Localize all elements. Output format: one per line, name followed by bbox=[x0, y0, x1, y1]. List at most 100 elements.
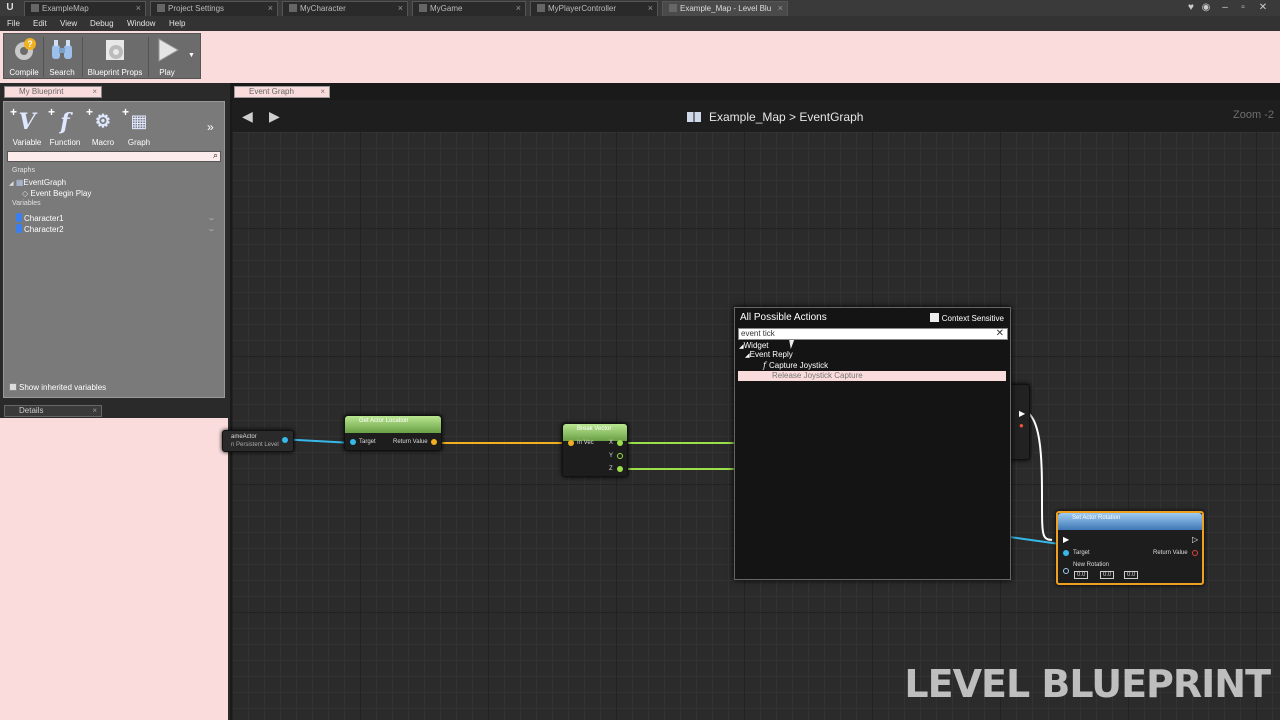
tree-item-event-graph[interactable]: ◢ ▦EventGraph bbox=[9, 177, 66, 188]
close-icon[interactable]: × bbox=[92, 406, 97, 416]
add-variable-button[interactable]: V + Variable bbox=[10, 105, 44, 147]
tab-details[interactable]: Details × bbox=[4, 405, 102, 417]
in-vec-pin[interactable] bbox=[568, 440, 574, 446]
rotation-y-field[interactable]: 0.0 bbox=[1100, 571, 1115, 579]
tab-mygame[interactable]: MyGame × bbox=[412, 1, 526, 16]
my-blueprint-panel: V + Variable f + Function ⚙ + Macro ▦ + Grap… bbox=[3, 101, 225, 398]
action-search-input[interactable]: event tick bbox=[738, 328, 1008, 340]
level-icon bbox=[31, 4, 39, 12]
menu-view[interactable]: View bbox=[60, 16, 77, 31]
plus-icon: + bbox=[10, 105, 18, 119]
target-pin[interactable] bbox=[350, 439, 356, 445]
graph-icon: ▦ bbox=[130, 111, 148, 132]
target-pin[interactable] bbox=[1063, 550, 1069, 556]
left-panel-area: My Blueprint × V + Variable f + Function ⚙ +… bbox=[0, 83, 230, 720]
plus-icon: + bbox=[48, 105, 56, 119]
clear-search-icon[interactable]: ✕ bbox=[996, 328, 1004, 340]
breadcrumb: Example_Map > EventGraph bbox=[687, 110, 863, 124]
close-icon[interactable]: × bbox=[320, 87, 325, 97]
return-value-pin[interactable] bbox=[1192, 550, 1198, 556]
node-header: Set Actor Rotation bbox=[1058, 513, 1202, 530]
eye-icon[interactable]: ⌣ bbox=[209, 224, 214, 235]
settings-icon bbox=[157, 4, 165, 12]
notification-icon[interactable]: ♥ bbox=[1184, 1, 1198, 14]
close-icon[interactable]: × bbox=[268, 2, 273, 15]
output-pin[interactable] bbox=[282, 437, 288, 443]
tab-event-graph[interactable]: Event Graph × bbox=[234, 86, 330, 98]
return-value-pin[interactable] bbox=[431, 439, 437, 445]
menu-file[interactable]: File bbox=[7, 16, 20, 31]
close-icon[interactable]: × bbox=[516, 2, 521, 15]
eye-icon[interactable]: ⌣ bbox=[209, 213, 214, 224]
action-menu: All Possible Actions Context Sensitive e… bbox=[734, 307, 1011, 580]
chevron-down-icon: ▼ bbox=[188, 52, 195, 59]
object-wire bbox=[285, 438, 347, 444]
tree-item-variable[interactable]: Character2 ⌣ bbox=[16, 224, 220, 235]
rotation-x-field[interactable]: 0.0 bbox=[1074, 571, 1089, 579]
compile-button[interactable]: ? Compile bbox=[6, 34, 42, 80]
add-function-button[interactable]: f + Function bbox=[48, 105, 82, 147]
menu-help[interactable]: Help bbox=[169, 16, 185, 31]
search-binoculars-icon bbox=[52, 40, 72, 59]
tab-project-settings[interactable]: Project Settings × bbox=[150, 1, 278, 16]
play-options-dropdown[interactable]: ▼ bbox=[186, 34, 198, 80]
action-item-release-joystick-capture[interactable]: Release Joystick Capture bbox=[738, 371, 1006, 381]
tab-myplayercontroller[interactable]: MyPlayerController × bbox=[530, 1, 658, 16]
title-bar: U ExampleMap × Project Settings × MyCharac… bbox=[0, 0, 1280, 16]
collapse-arrow-icon: ◢ bbox=[9, 181, 14, 187]
tab-my-blueprint[interactable]: My Blueprint × bbox=[4, 86, 102, 98]
help-icon[interactable]: ◉ bbox=[1199, 1, 1213, 14]
tab-level-blueprint[interactable]: Example_Map - Level Blu × bbox=[662, 1, 788, 16]
x-pin[interactable] bbox=[617, 440, 623, 446]
tab-mycharacter[interactable]: MyCharacter × bbox=[282, 1, 408, 16]
macro-icon: ⚙ bbox=[94, 111, 112, 132]
exec-out-icon[interactable]: ▷ bbox=[1192, 535, 1198, 544]
close-icon[interactable]: × bbox=[136, 2, 141, 15]
play-button[interactable]: Play bbox=[149, 34, 185, 80]
menu-debug[interactable]: Debug bbox=[90, 16, 114, 31]
exec-in-icon[interactable]: ▶ bbox=[1063, 535, 1069, 544]
checkbox-icon bbox=[929, 313, 939, 322]
back-arrow-icon[interactable]: ◀ bbox=[242, 108, 253, 125]
close-icon[interactable]: × bbox=[92, 87, 97, 97]
context-sensitive-checkbox[interactable]: Context Sensitive bbox=[929, 313, 1004, 323]
expand-arrows-icon[interactable]: » bbox=[207, 120, 214, 134]
node-header: Get Actor Location bbox=[345, 416, 441, 433]
menu-edit[interactable]: Edit bbox=[33, 16, 47, 31]
close-icon[interactable]: × bbox=[648, 2, 653, 15]
forward-arrow-icon[interactable]: ▶ bbox=[269, 108, 280, 125]
plus-icon: + bbox=[122, 105, 130, 119]
actor-reference-node[interactable]: ameActor n Persistent Level bbox=[222, 430, 294, 452]
close-icon[interactable]: × bbox=[398, 2, 403, 15]
get-actor-location-node[interactable]: Get Actor Location Target Return Value bbox=[344, 415, 442, 451]
plus-icon: + bbox=[86, 105, 94, 119]
toolbar: ? Compile Search Blueprint Props Play ▼ bbox=[0, 31, 1280, 83]
tab-examplemap[interactable]: ExampleMap × bbox=[24, 1, 146, 16]
svg-text:?: ? bbox=[27, 39, 33, 49]
break-vector-node[interactable]: Break Vector In Vec X Y Z bbox=[562, 423, 628, 477]
new-rotation-pin[interactable] bbox=[1063, 568, 1069, 574]
checkbox-icon bbox=[9, 383, 17, 391]
search-button[interactable]: Search bbox=[44, 34, 80, 80]
add-macro-button[interactable]: ⚙ + Macro bbox=[86, 105, 120, 147]
z-pin[interactable] bbox=[617, 466, 623, 472]
editor-window: U ExampleMap × Project Settings × MyCharac… bbox=[0, 0, 1280, 720]
action-category-event-reply[interactable]: ◢Event Reply bbox=[745, 350, 1013, 360]
my-blueprint-search-input[interactable]: ⌕ bbox=[7, 150, 221, 162]
blueprint-icon bbox=[669, 4, 677, 12]
minimize-icon[interactable]: – bbox=[1218, 1, 1232, 14]
set-actor-rotation-node[interactable]: Set Actor Rotation ▶ ▷ Target Return Val… bbox=[1056, 511, 1204, 585]
close-icon[interactable]: × bbox=[778, 2, 783, 15]
function-icon: f bbox=[60, 109, 70, 135]
show-inherited-checkbox[interactable]: Show inherited variables bbox=[9, 383, 106, 392]
blueprint-props-button[interactable]: Blueprint Props bbox=[83, 34, 147, 80]
window-close-icon[interactable]: ✕ bbox=[1256, 1, 1270, 14]
y-pin[interactable] bbox=[617, 453, 623, 459]
menu-bar: File Edit View Debug Window Help bbox=[0, 16, 1280, 46]
add-graph-button[interactable]: ▦ + Graph bbox=[122, 105, 156, 147]
maximize-icon[interactable]: ▫ bbox=[1236, 1, 1250, 14]
tree-item-variable[interactable]: Character1 ⌣ bbox=[16, 213, 220, 224]
action-item-capture-joystick[interactable]: f Capture Joystick bbox=[763, 361, 1003, 371]
menu-window[interactable]: Window bbox=[127, 16, 155, 31]
rotation-z-field[interactable]: 0.0 bbox=[1124, 571, 1139, 579]
